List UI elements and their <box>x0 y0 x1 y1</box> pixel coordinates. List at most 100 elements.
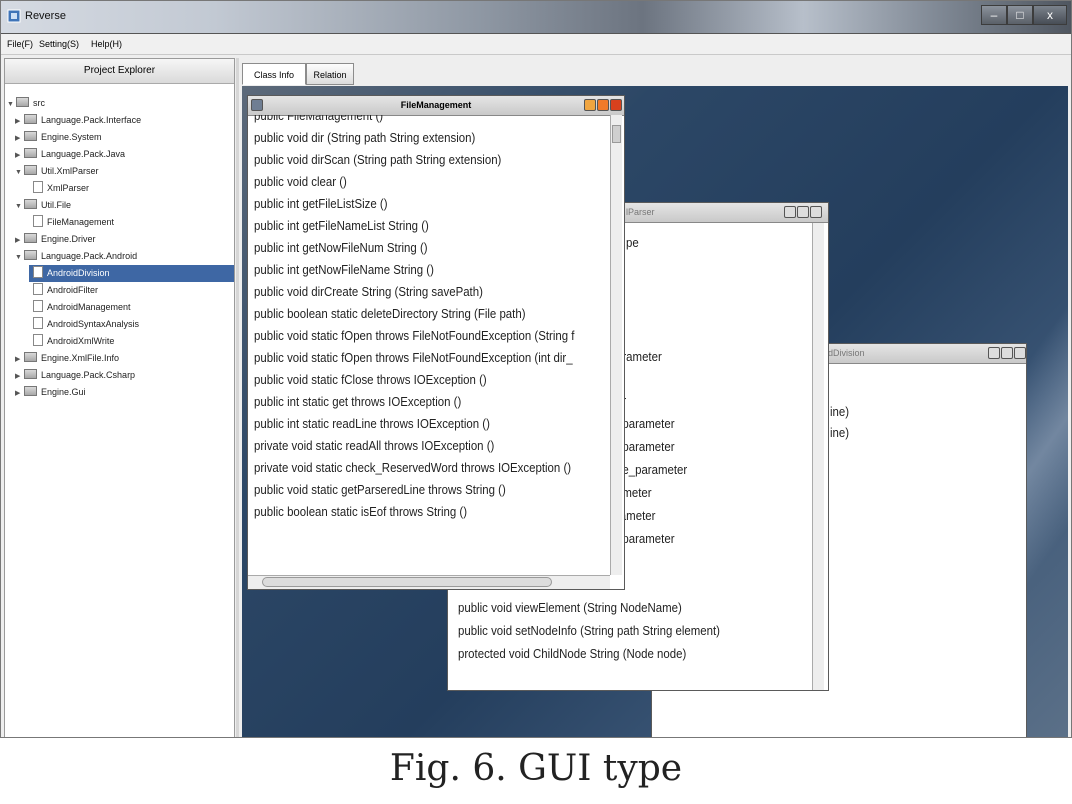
tab-class-info[interactable]: Class Info <box>242 63 306 85</box>
method-item[interactable]: public int static readLine throws IOExce… <box>254 416 490 431</box>
collapsed-arrow-icon[interactable]: ▶ <box>15 385 24 402</box>
tree-node[interactable]: ▶ Engine.XmlFile.Info <box>15 350 119 367</box>
window-maximize-icon[interactable] <box>597 99 609 111</box>
method-item[interactable]: public void dirScan (String path String … <box>254 152 501 167</box>
method-item[interactable]: public void clear () <box>254 174 347 189</box>
method-item[interactable]: public int getFileListSize () <box>254 196 388 211</box>
tree-node[interactable]: AndroidManagement <box>33 299 131 316</box>
collapsed-arrow-icon[interactable]: ▶ <box>15 147 24 164</box>
method-item[interactable]: public void viewElement (String NodeName… <box>458 600 682 615</box>
tree-node[interactable]: ▶ Engine.System <box>15 129 102 146</box>
tree-node[interactable]: ▶ Language.Pack.Csharp <box>15 367 135 384</box>
tree-node[interactable]: AndroidSyntaxAnalysis <box>33 316 139 333</box>
figure-caption: Fig. 6. GUI type <box>389 748 683 789</box>
tree-node[interactable]: ▼ Language.Pack.Android <box>15 248 137 265</box>
folder-icon <box>24 131 37 141</box>
method-item[interactable]: public void static fClose throws IOExcep… <box>254 372 487 387</box>
window-minimize-icon[interactable] <box>988 347 1000 359</box>
window-maximize-icon[interactable] <box>797 206 809 218</box>
method-item[interactable]: public void static getParseredLine throw… <box>254 482 506 497</box>
window-close-icon[interactable] <box>1014 347 1026 359</box>
horizontal-scrollbar[interactable] <box>248 575 610 589</box>
expanded-arrow-icon[interactable]: ▼ <box>15 198 24 215</box>
collapsed-arrow-icon[interactable]: ▶ <box>15 351 24 368</box>
method-item[interactable]: public int getNowFileNum String () <box>254 240 428 255</box>
method-item[interactable]: public void static fOpen throws FileNotF… <box>254 350 573 365</box>
tree-node-label: FileManagement <box>47 217 115 227</box>
close-button[interactable]: x <box>1033 5 1067 25</box>
tree-node[interactable]: ▶ Language.Pack.Interface <box>15 112 141 129</box>
method-item[interactable]: public boolean static isEof throws Strin… <box>254 504 467 519</box>
menu-help[interactable]: Help(H) <box>91 39 122 49</box>
tree-node[interactable]: FileManagement <box>33 214 114 231</box>
minimize-button[interactable]: – <box>981 5 1007 25</box>
window-minimize-icon[interactable] <box>784 206 796 218</box>
scroll-thumb[interactable] <box>612 125 621 143</box>
method-item[interactable]: private void static readAll throws IOExc… <box>254 438 494 453</box>
method-item[interactable]: private void static check_ReservedWord t… <box>254 460 571 475</box>
scroll-thumb[interactable] <box>262 577 552 587</box>
window-minimize-icon[interactable] <box>584 99 596 111</box>
method-item[interactable]: public int getFileNameList String () <box>254 218 429 233</box>
method-item[interactable]: protected void ChildNode String (Node no… <box>458 646 686 661</box>
method-fragment: ine) <box>830 425 850 440</box>
tree-node[interactable]: ▼ Util.File <box>15 197 71 214</box>
method-item[interactable]: public void dirCreate String (String sav… <box>254 284 483 299</box>
tree-node[interactable]: AndroidXmlWrite <box>33 333 114 350</box>
tab-relation[interactable]: Relation <box>306 63 354 85</box>
tree-node-label: AndroidManagement <box>47 302 131 312</box>
expanded-arrow-icon[interactable]: ▼ <box>15 249 24 266</box>
tree-node[interactable]: AndroidFilter <box>33 282 98 299</box>
tree-node[interactable]: ▶ Language.Pack.Java <box>15 146 125 163</box>
file-icon <box>33 266 43 278</box>
tree-node-root[interactable]: ▼ src <box>7 95 45 112</box>
method-fragment: pe_parameter <box>616 462 688 477</box>
tree-node-label: Language.Pack.Java <box>41 149 126 159</box>
window-close-icon[interactable] <box>610 99 622 111</box>
tree-node[interactable]: ▶ Engine.Gui <box>15 384 86 401</box>
menu-setting[interactable]: Setting(S) <box>39 39 79 49</box>
tree-node-label: Engine.XmlFile.Info <box>41 353 120 363</box>
maximize-button[interactable]: □ <box>1007 5 1033 25</box>
method-item[interactable]: public void setNodeInfo (String path Str… <box>458 623 720 638</box>
vertical-scrollbar[interactable] <box>812 223 824 690</box>
method-item[interactable]: public void dir (String path String exte… <box>254 130 475 145</box>
tree-node-label: AndroidDivision <box>47 268 110 278</box>
folder-icon <box>24 250 37 260</box>
window-maximize-icon[interactable] <box>1001 347 1013 359</box>
tree-node-label: AndroidXmlWrite <box>47 336 115 346</box>
file-icon <box>33 283 43 295</box>
window-title-bar[interactable]: FileManagement <box>248 96 624 116</box>
method-item[interactable]: public boolean static deleteDirectory St… <box>254 306 526 321</box>
expanded-arrow-icon[interactable]: ▼ <box>7 96 16 113</box>
method-item[interactable]: public int getNowFileName String () <box>254 262 434 277</box>
collapsed-arrow-icon[interactable]: ▶ <box>15 113 24 130</box>
tree-node-selected[interactable]: AndroidDivision <box>29 265 234 282</box>
tree-node-label: Language.Pack.Csharp <box>41 370 136 380</box>
folder-icon <box>24 352 37 362</box>
tree-node-label: XmlParser <box>47 183 90 193</box>
expanded-arrow-icon[interactable]: ▼ <box>15 164 24 181</box>
method-item[interactable]: public void static fOpen throws FileNotF… <box>254 328 574 343</box>
title-bar: Reverse – □ x <box>1 1 1071 34</box>
app-window: Reverse – □ x File(F) Setting(S) Help(H)… <box>0 0 1072 738</box>
folder-icon <box>24 114 37 124</box>
folder-icon <box>16 97 29 107</box>
folder-icon <box>24 386 37 396</box>
folder-icon <box>24 199 37 209</box>
tree-node[interactable]: ▼ Util.XmlParser <box>15 163 99 180</box>
method-item[interactable]: public FileManagement () <box>254 115 383 123</box>
collapsed-arrow-icon[interactable]: ▶ <box>15 130 24 147</box>
method-item[interactable]: public int static get throws IOException… <box>254 394 461 409</box>
menu-bar: File(F) Setting(S) Help(H) <box>1 34 1071 55</box>
collapsed-arrow-icon[interactable]: ▶ <box>15 232 24 249</box>
collapsed-arrow-icon[interactable]: ▶ <box>15 368 24 385</box>
tree-node[interactable]: XmlParser <box>33 180 89 197</box>
menu-file[interactable]: File(F) <box>7 39 33 49</box>
class-window-filemanagement[interactable]: FileManagement public FileManagement () … <box>247 95 625 590</box>
file-icon <box>33 334 43 346</box>
vertical-scrollbar[interactable] <box>610 115 622 575</box>
split-pane-divider[interactable] <box>236 58 239 737</box>
tree-node[interactable]: ▶ Engine.Driver <box>15 231 96 248</box>
window-close-icon[interactable] <box>810 206 822 218</box>
